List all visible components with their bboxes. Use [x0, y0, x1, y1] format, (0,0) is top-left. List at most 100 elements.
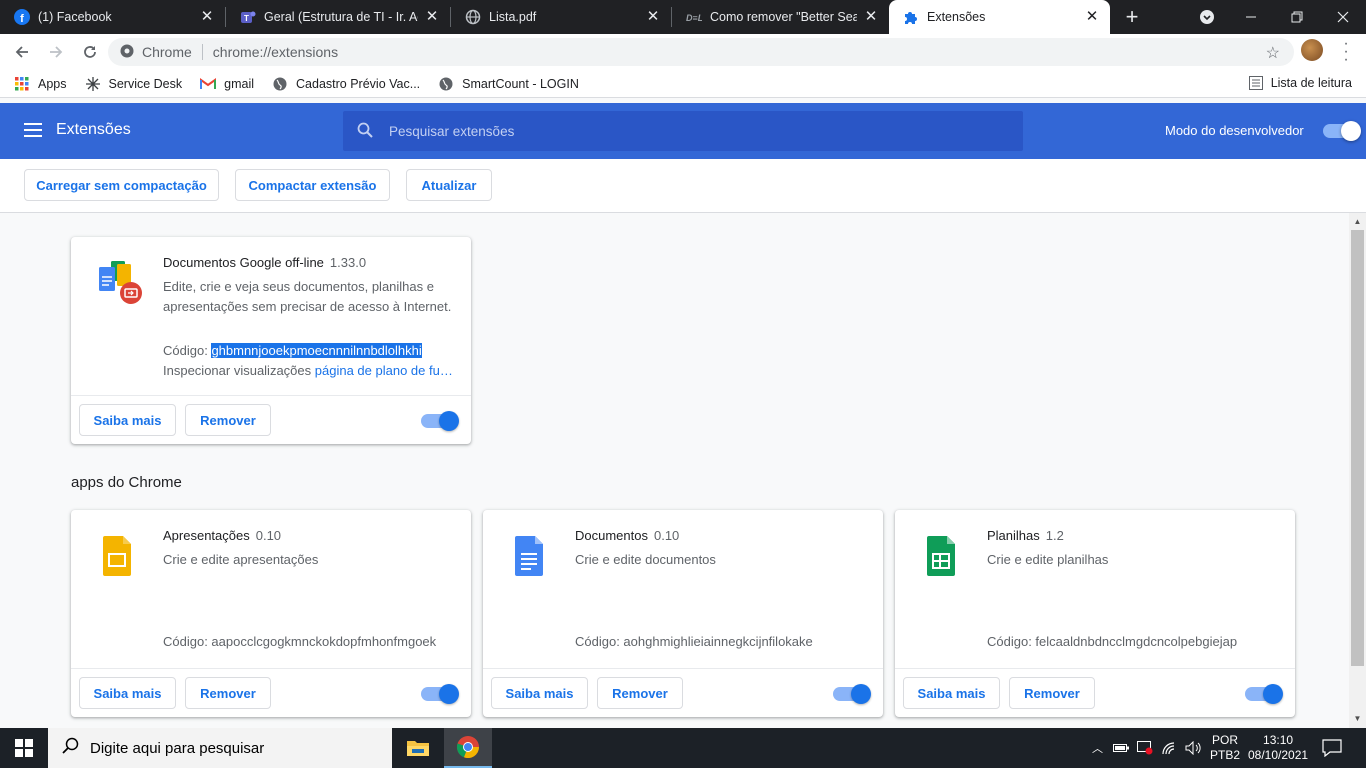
tab-extensoes[interactable]: Extensões ✕	[889, 0, 1110, 34]
load-unpacked-button[interactable]: Carregar sem compactação	[24, 169, 219, 201]
keyboard-layout: PTB2	[1210, 748, 1241, 762]
url-text[interactable]: chrome://extensions	[213, 44, 338, 60]
clock-date: 08/10/2021	[1248, 748, 1309, 762]
extension-id-selected[interactable]: ghbmnnjooekpmoecnnnilnnbdlolhkhi	[211, 343, 422, 358]
card-divider	[483, 668, 883, 669]
details-button[interactable]: Saiba mais	[79, 677, 176, 709]
tab-facebook[interactable]: f (1) Facebook ✕	[0, 0, 225, 34]
details-button[interactable]: Saiba mais	[491, 677, 588, 709]
bookmark-label: Service Desk	[108, 76, 183, 91]
app-card-sheets: Planilhas 1.2 Crie e edite planilhas Códi…	[895, 510, 1295, 717]
hamburger-menu-icon[interactable]	[24, 123, 42, 141]
tab-strip: f (1) Facebook ✕ T Geral (Estrutura de T…	[0, 0, 1366, 34]
volume-icon[interactable]	[1185, 741, 1203, 755]
card-divider	[71, 668, 471, 669]
tab-title: Como remover "Better Search	[710, 10, 857, 24]
bookmark-apps[interactable]: Apps	[14, 76, 67, 92]
site-label: Chrome	[142, 44, 192, 60]
back-button[interactable]	[8, 38, 36, 66]
taskbar-search-field[interactable]: Digite aqui para pesquisar	[48, 728, 392, 768]
restore-button[interactable]	[1274, 0, 1320, 34]
globe-icon	[465, 9, 481, 25]
profile-avatar[interactable]	[1301, 39, 1323, 61]
omnibox[interactable]: Chrome chrome://extensions ☆	[108, 38, 1294, 66]
search-extensions-field[interactable]: Pesquisar extensões	[343, 111, 1023, 151]
reading-list-button[interactable]: Lista de leitura	[1248, 76, 1352, 90]
file-explorer-icon[interactable]	[394, 728, 442, 768]
close-icon[interactable]: ✕	[863, 9, 879, 25]
details-button[interactable]: Saiba mais	[79, 404, 176, 436]
card-divider	[71, 395, 471, 396]
reading-list-icon	[1248, 76, 1263, 90]
show-hidden-icons-icon[interactable]: ︿	[1092, 740, 1103, 756]
search-icon	[357, 122, 373, 141]
close-window-button[interactable]	[1320, 0, 1366, 34]
clock[interactable]: 13:10 08/10/2021	[1248, 728, 1308, 768]
app-name: Documentos 0.10	[575, 528, 680, 543]
wifi-icon[interactable]	[1161, 741, 1177, 755]
bookmark-smartcount[interactable]: SmartCount - LOGIN	[438, 76, 579, 92]
app-card-docs: Documentos 0.10 Crie e edite documentos C…	[483, 510, 883, 717]
notifications-icon[interactable]	[1322, 728, 1342, 768]
tab-search-button[interactable]	[1184, 0, 1230, 34]
extension-id: Código: ghbmnnjooekpmoecnnnilnnbdlolhkhi	[163, 343, 422, 358]
app-name: Planilhas 1.2	[987, 528, 1064, 543]
remove-button[interactable]: Remover	[1009, 677, 1095, 709]
chrome-taskbar-icon[interactable]	[444, 728, 492, 768]
scrollbar-thumb[interactable]	[1351, 230, 1364, 666]
scroll-down-arrow-icon[interactable]: ▼	[1349, 712, 1366, 726]
tab-lista-pdf[interactable]: Lista.pdf ✕	[451, 0, 671, 34]
app-version: 0.10	[653, 528, 680, 543]
bookmark-label: gmail	[224, 76, 255, 91]
card-divider	[895, 668, 1295, 669]
scroll-up-arrow-icon[interactable]: ▲	[1349, 215, 1366, 229]
extension-card: Documentos Google off-line 1.33.0 Edite, …	[71, 237, 471, 444]
extensions-header: Extensões Pesquisar extensões Modo do de…	[0, 103, 1366, 159]
app-id: Código: felcaaldnbdncclmgdcncolpebgiejap	[987, 634, 1238, 649]
remove-button[interactable]: Remover	[185, 404, 271, 436]
developer-mode-label: Modo do desenvolvedor	[1165, 123, 1304, 138]
browser-toolbar: Chrome chrome://extensions ☆ · · ·	[0, 34, 1366, 70]
details-button[interactable]: Saiba mais	[903, 677, 1000, 709]
tab-teams[interactable]: T Geral (Estrutura de TI - Ir. Acá ✕	[226, 0, 450, 34]
update-button[interactable]: Atualizar	[406, 169, 492, 201]
forward-button[interactable]	[42, 38, 70, 66]
puzzle-icon	[903, 9, 919, 25]
language-indicator[interactable]: POR PTB2	[1210, 728, 1240, 768]
minimize-button[interactable]	[1228, 0, 1274, 34]
close-icon[interactable]: ✕	[1084, 9, 1100, 25]
extension-enable-toggle[interactable]	[421, 411, 459, 431]
app-enable-toggle[interactable]	[421, 684, 459, 704]
chrome-menu-icon[interactable]: · · ·	[1338, 36, 1354, 68]
pack-extension-button[interactable]: Compactar extensão	[235, 169, 390, 201]
close-icon[interactable]: ✕	[645, 9, 661, 25]
app-enable-toggle[interactable]	[833, 684, 871, 704]
app-version: 1.2	[1045, 528, 1064, 543]
security-icon[interactable]	[1137, 741, 1153, 755]
taskbar-search-placeholder: Digite aqui para pesquisar	[90, 739, 265, 757]
close-icon[interactable]: ✕	[424, 9, 440, 25]
windows-taskbar: Digite aqui para pesquisar ︿ POR PTB2 13…	[0, 728, 1366, 768]
bookmark-gmail[interactable]: gmail	[200, 76, 254, 92]
close-icon[interactable]: ✕	[199, 9, 215, 25]
bookmark-service-desk[interactable]: Service Desk	[85, 76, 183, 92]
windows-start-icon[interactable]	[0, 728, 48, 768]
svg-text:D≡LL: D≡LL	[686, 13, 702, 22]
bookmark-star-icon[interactable]: ☆	[1266, 43, 1280, 63]
app-card-slides: Apresentações 0.10 Crie e edite apresenta…	[71, 510, 471, 717]
battery-icon[interactable]	[1113, 742, 1129, 754]
bookmark-cadastro[interactable]: Cadastro Prévio Vac...	[272, 76, 420, 92]
app-description: Crie e edite documentos	[575, 552, 716, 567]
bookmarks-bar: Apps Service Desk gmail Cadastro Prévio …	[0, 70, 1366, 98]
remove-button[interactable]: Remover	[185, 677, 271, 709]
app-enable-toggle[interactable]	[1245, 684, 1283, 704]
remove-button[interactable]: Remover	[597, 677, 683, 709]
inspect-background-link[interactable]: página de plano de fu…	[315, 363, 453, 378]
tab-como-remover[interactable]: D≡LL Como remover "Better Search ✕	[672, 0, 889, 34]
new-tab-button[interactable]: +	[1118, 3, 1146, 31]
svg-text:f: f	[20, 13, 24, 25]
reload-button[interactable]	[76, 38, 104, 66]
extension-description: Edite, crie e veja seus documentos, plan…	[163, 279, 452, 314]
docs-icon	[509, 532, 557, 580]
developer-mode-toggle[interactable]	[1323, 121, 1361, 141]
